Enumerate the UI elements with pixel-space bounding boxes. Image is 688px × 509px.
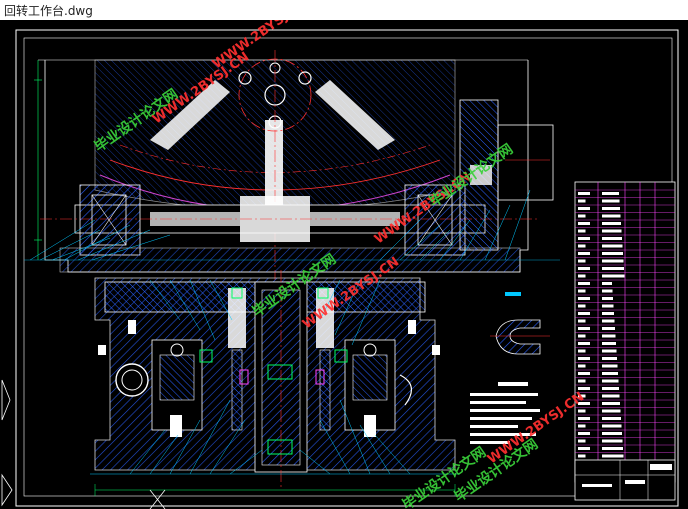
table-cell-text [602,327,615,330]
table-cell-text [602,214,621,218]
table-cell-text [602,409,621,413]
table-cell-text [602,207,620,210]
table-cell-text [578,229,586,233]
detail-view [490,292,550,355]
table-cell-text [602,297,613,300]
table-cell-text [602,379,619,383]
table-cell-text [578,447,590,450]
window-title: 回转工作台.dwg [4,4,93,18]
table-cell-text [602,282,612,285]
table-cell-text [578,312,590,315]
table-cell-text [602,447,623,450]
table-cell-text [602,237,622,240]
table-cell-text [602,199,620,203]
table-cell-text [602,334,616,338]
parts-list-table [574,181,676,501]
table-cell-text [602,342,616,345]
table-cell-text [602,402,620,405]
table-cell-text [578,334,586,338]
table-cell-text [578,372,590,375]
table-cell-text [602,289,613,293]
table-cell-text [602,439,623,443]
table-cell-text [578,357,590,360]
table-cell-text [578,282,590,285]
table-cell-text [602,304,614,308]
table-cell-text [602,424,622,428]
table-cell-text [578,424,586,428]
table-cell-text [578,252,590,255]
table-cell-text [578,297,590,300]
drawing-canvas[interactable]: WWW.2BYSJ.CN 毕业设计论文网 WWW.2BYSJ.CN WWW.2B… [0,20,688,509]
table-cell-text [602,387,619,390]
table-cell-text [578,199,586,203]
table-cell-text [602,267,624,270]
table-cell-text [578,364,586,368]
table-cell-text [602,229,622,233]
table-cell-text [602,364,618,368]
table-cell-text [602,432,622,435]
table-cell-text [578,192,590,195]
table-cell-text [578,289,586,293]
table-cell-text [578,259,586,263]
table-cell-text [578,379,586,383]
table-cell-text [578,387,590,390]
table-cell-text [602,454,624,458]
table-cell-text [578,304,586,308]
table-cell-text [578,214,586,218]
table-cell-text [602,394,620,398]
table-cell-text [602,259,624,263]
table-cell-text [602,417,621,420]
table-cell-text [602,222,621,225]
table-cell-text [578,207,590,210]
table-cell-text [602,274,625,278]
table-cell-text [602,252,623,255]
table-cell-text [578,432,590,435]
table-cell-text [578,327,590,330]
table-cell-text [602,319,615,323]
table-cell-text [602,372,618,375]
table-cell-text [602,192,619,195]
table-cell-text [578,409,586,413]
table-cell-text [578,342,590,345]
window-titlebar: 回转工作台.dwg [0,0,688,20]
table-cell-text [578,319,586,323]
table-cell-text [578,274,586,278]
table-cell-text [578,349,586,353]
table-cell-text [578,417,590,420]
table-cell-text [578,454,586,458]
table-cell-text [602,312,614,315]
table-cell-text [578,244,586,248]
table-cell-text [578,222,590,225]
table-cell-text [602,349,617,353]
table-cell-text [578,237,590,240]
cad-drawing [1,29,679,509]
table-cell-text [602,244,623,248]
table-cell-text [578,267,590,270]
table-cell-text [578,439,586,443]
table-cell-text [602,357,617,360]
